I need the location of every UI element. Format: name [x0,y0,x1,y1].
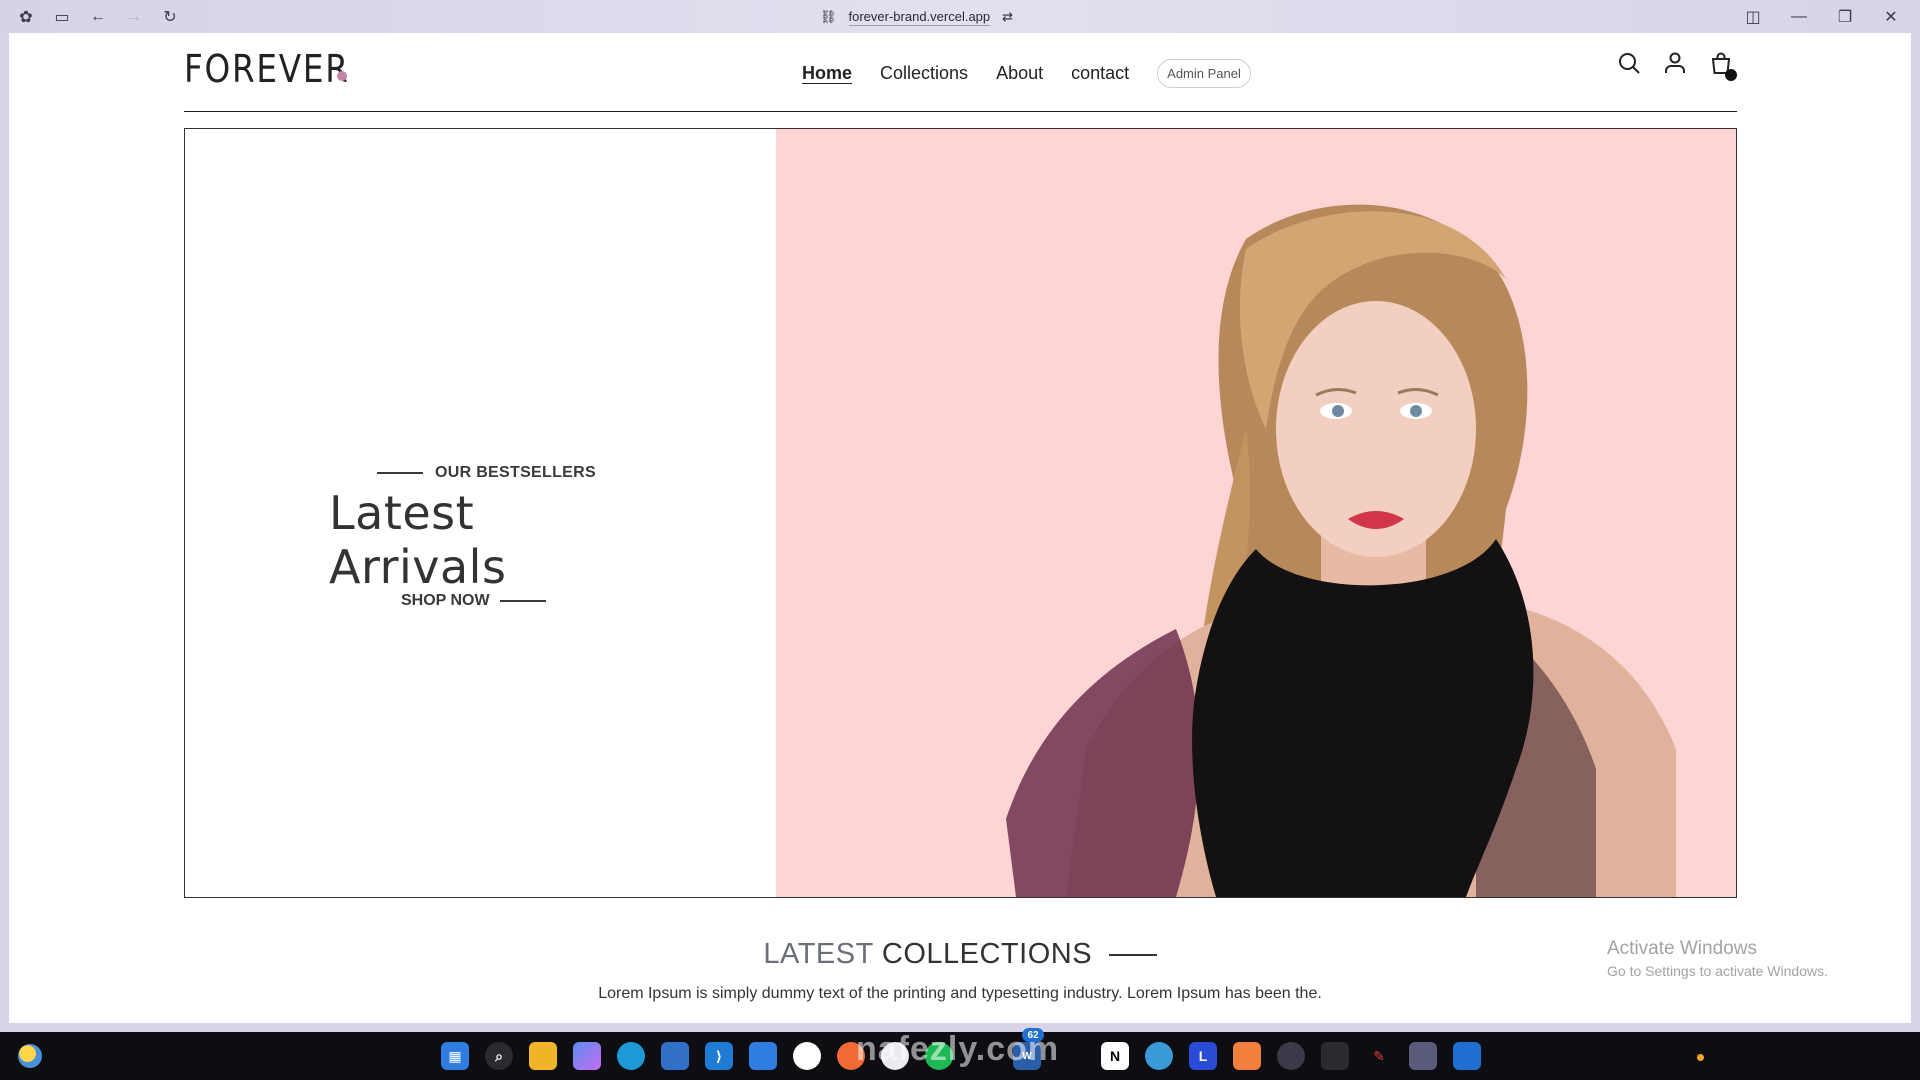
url-text[interactable]: forever-brand.vercel.app [848,9,991,26]
copilot-icon[interactable] [573,1042,601,1070]
user-icon[interactable] [1663,51,1687,75]
arc-icon[interactable] [1409,1042,1437,1070]
address-bar[interactable]: ⛓ forever-brand.vercel.app ⇄ [820,5,1013,29]
browser-icon[interactable] [1145,1042,1173,1070]
back-icon[interactable]: ← [80,0,116,33]
hero-image [776,129,1736,897]
app-icon[interactable] [749,1042,777,1070]
hero-text-panel: OUR BESTSELLERS Latest Arrivals SHOP NOW [185,129,776,897]
start-icon[interactable]: ▦ [441,1042,469,1070]
forward-icon[interactable]: → [116,0,152,33]
activate-line1: Activate Windows [1607,938,1757,959]
browser-left-controls: ✿ ▭ ← → ↻ [8,0,188,33]
close-icon[interactable]: ✕ [1868,0,1914,33]
nav-home[interactable]: Home [802,63,852,84]
maximize-icon[interactable]: ❐ [1822,0,1868,33]
hero-title: Latest Arrivals [329,486,507,594]
weather-icon[interactable] [18,1044,42,1068]
arc-menu-icon[interactable]: ✿ [8,0,44,33]
logo-dot [337,71,347,81]
activate-windows-notice: Activate Windows Go to Settings to activ… [1607,938,1828,979]
site-header: FOREVER Home Collections About contact A… [184,33,1737,112]
shop-now-link[interactable]: SHOP NOW [401,592,490,610]
page-viewport: FOREVER Home Collections About contact A… [9,33,1911,1023]
link-icon: ⛓ [820,9,837,24]
hero-banner: OUR BESTSELLERS Latest Arrivals SHOP NOW [184,128,1737,898]
split-view-icon[interactable]: ◫ [1730,0,1776,33]
vscode-icon[interactable]: ⟩ [705,1042,733,1070]
acrobat-icon[interactable]: ✎ [1365,1042,1393,1070]
model-illustration [1006,204,1676,897]
outlook-icon[interactable] [1453,1042,1481,1070]
edge-icon[interactable] [617,1042,645,1070]
sublime-icon[interactable] [1233,1042,1261,1070]
admin-panel-button[interactable]: Admin Panel [1157,59,1251,88]
minimize-icon[interactable]: — [1776,0,1822,33]
shop-now-row[interactable]: SHOP NOW [401,592,639,610]
hero-eyebrow: OUR BESTSELLERS [435,464,596,481]
store-icon[interactable] [661,1042,689,1070]
window-controls: ◫ — ❐ ✕ [1730,0,1914,33]
header-icons [1617,51,1737,81]
explorer-icon[interactable] [529,1042,557,1070]
eyebrow-line [377,472,423,474]
activate-line2: Go to Settings to activate Windows. [1607,963,1828,979]
nav-about[interactable]: About [996,63,1043,84]
search-icon[interactable]: ⌕ [485,1042,513,1070]
cart-badge [1725,69,1737,81]
nav-collections[interactable]: Collections [880,63,968,84]
main-nav: Home Collections About contact Admin Pan… [802,59,1251,88]
section-title-part2: COLLECTIONS [881,938,1093,970]
shop-now-line [499,600,546,602]
sidebar-toggle-icon[interactable]: ▭ [44,0,80,33]
slack-icon[interactable] [793,1042,821,1070]
section-description: Lorem Ipsum is simply dummy text of the … [598,985,1322,1002]
l-app-icon[interactable]: L [1189,1042,1217,1070]
site-controls-icon[interactable]: ⇄ [1002,9,1013,25]
tray-indicator [1697,1054,1704,1061]
logo[interactable]: FOREVER [184,47,350,91]
hero-text: OUR BESTSELLERS Latest Arrivals SHOP NOW [329,464,639,610]
search-icon[interactable] [1617,51,1641,75]
eyebrow-row: OUR BESTSELLERS [377,464,639,482]
notion-icon[interactable]: N [1101,1042,1129,1070]
watermark: nafezly.com [856,1030,1060,1068]
section-title-line [1108,954,1157,957]
settings-icon[interactable] [1277,1042,1305,1070]
section-title-part1: LATEST [763,938,874,970]
phone-icon[interactable] [1321,1042,1349,1070]
reload-icon[interactable]: ↻ [152,0,188,33]
browser-toolbar: ✿ ▭ ← → ↻ ⛓ forever-brand.vercel.app ⇄ ◫… [0,0,1920,33]
cart-icon[interactable] [1709,51,1737,81]
nav-contact[interactable]: contact [1071,63,1129,84]
